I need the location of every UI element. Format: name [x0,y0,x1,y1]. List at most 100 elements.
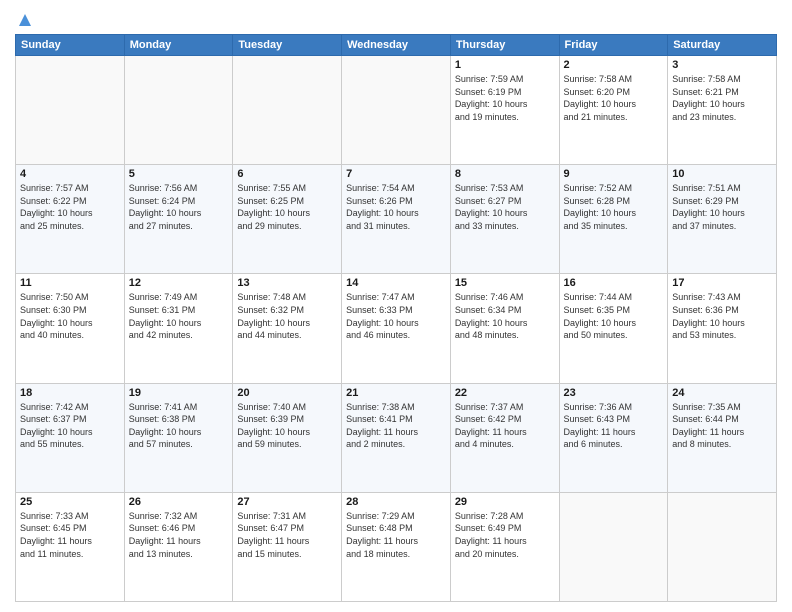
table-row: 26Sunrise: 7:32 AMSunset: 6:46 PMDayligh… [124,492,233,601]
header [15,10,777,26]
table-row: 16 Sunrise: 7:44 AMSunset: 6:35 PMDayligh… [559,274,668,383]
day-number: 4 [20,168,120,180]
day-content: Sunrise: 7:59 AMSunset: 6:19 PMDaylight:… [455,73,555,123]
day-content: Sunrise: 7:44 AMSunset: 6:35 PMDaylight:… [564,291,664,341]
day-content: Sunrise: 7:47 AMSunset: 6:33 PMDaylight:… [346,291,446,341]
day-number: 16 [564,277,664,289]
day-content: Sunrise: 7:51 AMSunset: 6:29 PMDaylight:… [672,182,772,232]
day-number: 2 [564,59,664,71]
day-content: Sunrise: 7:55 AMSunset: 6:25 PMDaylight:… [237,182,337,232]
table-row: 10 Sunrise: 7:51 AMSunset: 6:29 PMDayligh… [668,165,777,274]
table-row: 18 Sunrise: 7:42 AMSunset: 6:37 PMDayligh… [16,383,125,492]
day-content: Sunrise: 7:28 AMSunset: 6:49 PMDaylight:… [455,510,555,560]
table-row [668,492,777,601]
day-number: 1 [455,59,555,71]
table-row: 2Sunrise: 7:58 AMSunset: 6:20 PMDaylight… [559,56,668,165]
table-row: 6 Sunrise: 7:55 AMSunset: 6:25 PMDaylight… [233,165,342,274]
calendar-week-row: 25 Sunrise: 7:33 AMSunset: 6:45 PMDayligh… [16,492,777,601]
day-number: 20 [237,387,337,399]
day-number: 21 [346,387,446,399]
calendar-header-row: Sunday Monday Tuesday Wednesday Thursday… [16,35,777,56]
day-number: 14 [346,277,446,289]
calendar-week-row: 4 Sunrise: 7:57 AMSunset: 6:22 PMDaylight… [16,165,777,274]
col-tuesday: Tuesday [233,35,342,56]
col-thursday: Thursday [450,35,559,56]
table-row [559,492,668,601]
day-content: Sunrise: 7:56 AMSunset: 6:24 PMDaylight:… [129,182,229,232]
day-content: Sunrise: 7:40 AMSunset: 6:39 PMDaylight:… [237,401,337,451]
day-number: 28 [346,496,446,508]
table-row: 14 Sunrise: 7:47 AMSunset: 6:33 PMDayligh… [342,274,451,383]
calendar-table: Sunday Monday Tuesday Wednesday Thursday… [15,34,777,602]
page: Sunday Monday Tuesday Wednesday Thursday… [0,0,792,612]
day-content: Sunrise: 7:37 AMSunset: 6:42 PMDaylight:… [455,401,555,451]
table-row: 20 Sunrise: 7:40 AMSunset: 6:39 PMDayligh… [233,383,342,492]
table-row: 1 Sunrise: 7:59 AMSunset: 6:19 PMDaylight… [450,56,559,165]
day-number: 26 [129,496,229,508]
table-row: 11 Sunrise: 7:50 AMSunset: 6:30 PMDayligh… [16,274,125,383]
table-row: 4 Sunrise: 7:57 AMSunset: 6:22 PMDaylight… [16,165,125,274]
table-row: 3 Sunrise: 7:58 AMSunset: 6:21 PMDaylight… [668,56,777,165]
table-row: 29Sunrise: 7:28 AMSunset: 6:49 PMDayligh… [450,492,559,601]
table-row: 24 Sunrise: 7:35 AMSunset: 6:44 PMDayligh… [668,383,777,492]
day-number: 27 [237,496,337,508]
table-row: 9 Sunrise: 7:52 AMSunset: 6:28 PMDaylight… [559,165,668,274]
logo [15,14,33,26]
table-row [342,56,451,165]
table-row: 28 Sunrise: 7:29 AMSunset: 6:48 PMDayligh… [342,492,451,601]
day-number: 7 [346,168,446,180]
table-row: 5 Sunrise: 7:56 AMSunset: 6:24 PMDaylight… [124,165,233,274]
day-content: Sunrise: 7:57 AMSunset: 6:22 PMDaylight:… [20,182,120,232]
day-content: Sunrise: 7:48 AMSunset: 6:32 PMDaylight:… [237,291,337,341]
day-number: 8 [455,168,555,180]
day-number: 5 [129,168,229,180]
calendar-week-row: 11 Sunrise: 7:50 AMSunset: 6:30 PMDayligh… [16,274,777,383]
table-row: 8 Sunrise: 7:53 AMSunset: 6:27 PMDaylight… [450,165,559,274]
day-number: 9 [564,168,664,180]
day-number: 12 [129,277,229,289]
day-number: 10 [672,168,772,180]
day-content: Sunrise: 7:36 AMSunset: 6:43 PMDaylight:… [564,401,664,451]
day-content: Sunrise: 7:43 AMSunset: 6:36 PMDaylight:… [672,291,772,341]
day-number: 25 [20,496,120,508]
day-content: Sunrise: 7:58 AMSunset: 6:21 PMDaylight:… [672,73,772,123]
day-number: 3 [672,59,772,71]
day-content: Sunrise: 7:41 AMSunset: 6:38 PMDaylight:… [129,401,229,451]
table-row: 22 Sunrise: 7:37 AMSunset: 6:42 PMDayligh… [450,383,559,492]
day-number: 19 [129,387,229,399]
day-content: Sunrise: 7:38 AMSunset: 6:41 PMDaylight:… [346,401,446,451]
table-row [124,56,233,165]
day-number: 13 [237,277,337,289]
calendar-week-row: 1 Sunrise: 7:59 AMSunset: 6:19 PMDaylight… [16,56,777,165]
col-wednesday: Wednesday [342,35,451,56]
day-content: Sunrise: 7:35 AMSunset: 6:44 PMDaylight:… [672,401,772,451]
day-number: 24 [672,387,772,399]
day-content: Sunrise: 7:33 AMSunset: 6:45 PMDaylight:… [20,510,120,560]
day-content: Sunrise: 7:53 AMSunset: 6:27 PMDaylight:… [455,182,555,232]
day-number: 17 [672,277,772,289]
col-monday: Monday [124,35,233,56]
col-friday: Friday [559,35,668,56]
day-number: 6 [237,168,337,180]
day-number: 18 [20,387,120,399]
table-row: 23 Sunrise: 7:36 AMSunset: 6:43 PMDayligh… [559,383,668,492]
day-number: 11 [20,277,120,289]
table-row [16,56,125,165]
day-content: Sunrise: 7:46 AMSunset: 6:34 PMDaylight:… [455,291,555,341]
day-content: Sunrise: 7:49 AMSunset: 6:31 PMDaylight:… [129,291,229,341]
table-row: 27 Sunrise: 7:31 AMSunset: 6:47 PMDayligh… [233,492,342,601]
day-content: Sunrise: 7:29 AMSunset: 6:48 PMDaylight:… [346,510,446,560]
calendar-week-row: 18 Sunrise: 7:42 AMSunset: 6:37 PMDayligh… [16,383,777,492]
day-content: Sunrise: 7:31 AMSunset: 6:47 PMDaylight:… [237,510,337,560]
table-row: 12 Sunrise: 7:49 AMSunset: 6:31 PMDayligh… [124,274,233,383]
day-number: 23 [564,387,664,399]
day-content: Sunrise: 7:52 AMSunset: 6:28 PMDaylight:… [564,182,664,232]
day-content: Sunrise: 7:50 AMSunset: 6:30 PMDaylight:… [20,291,120,341]
day-content: Sunrise: 7:54 AMSunset: 6:26 PMDaylight:… [346,182,446,232]
table-row: 19 Sunrise: 7:41 AMSunset: 6:38 PMDayligh… [124,383,233,492]
table-row: 25 Sunrise: 7:33 AMSunset: 6:45 PMDayligh… [16,492,125,601]
day-number: 22 [455,387,555,399]
day-content: Sunrise: 7:42 AMSunset: 6:37 PMDaylight:… [20,401,120,451]
table-row: 21 Sunrise: 7:38 AMSunset: 6:41 PMDayligh… [342,383,451,492]
col-sunday: Sunday [16,35,125,56]
